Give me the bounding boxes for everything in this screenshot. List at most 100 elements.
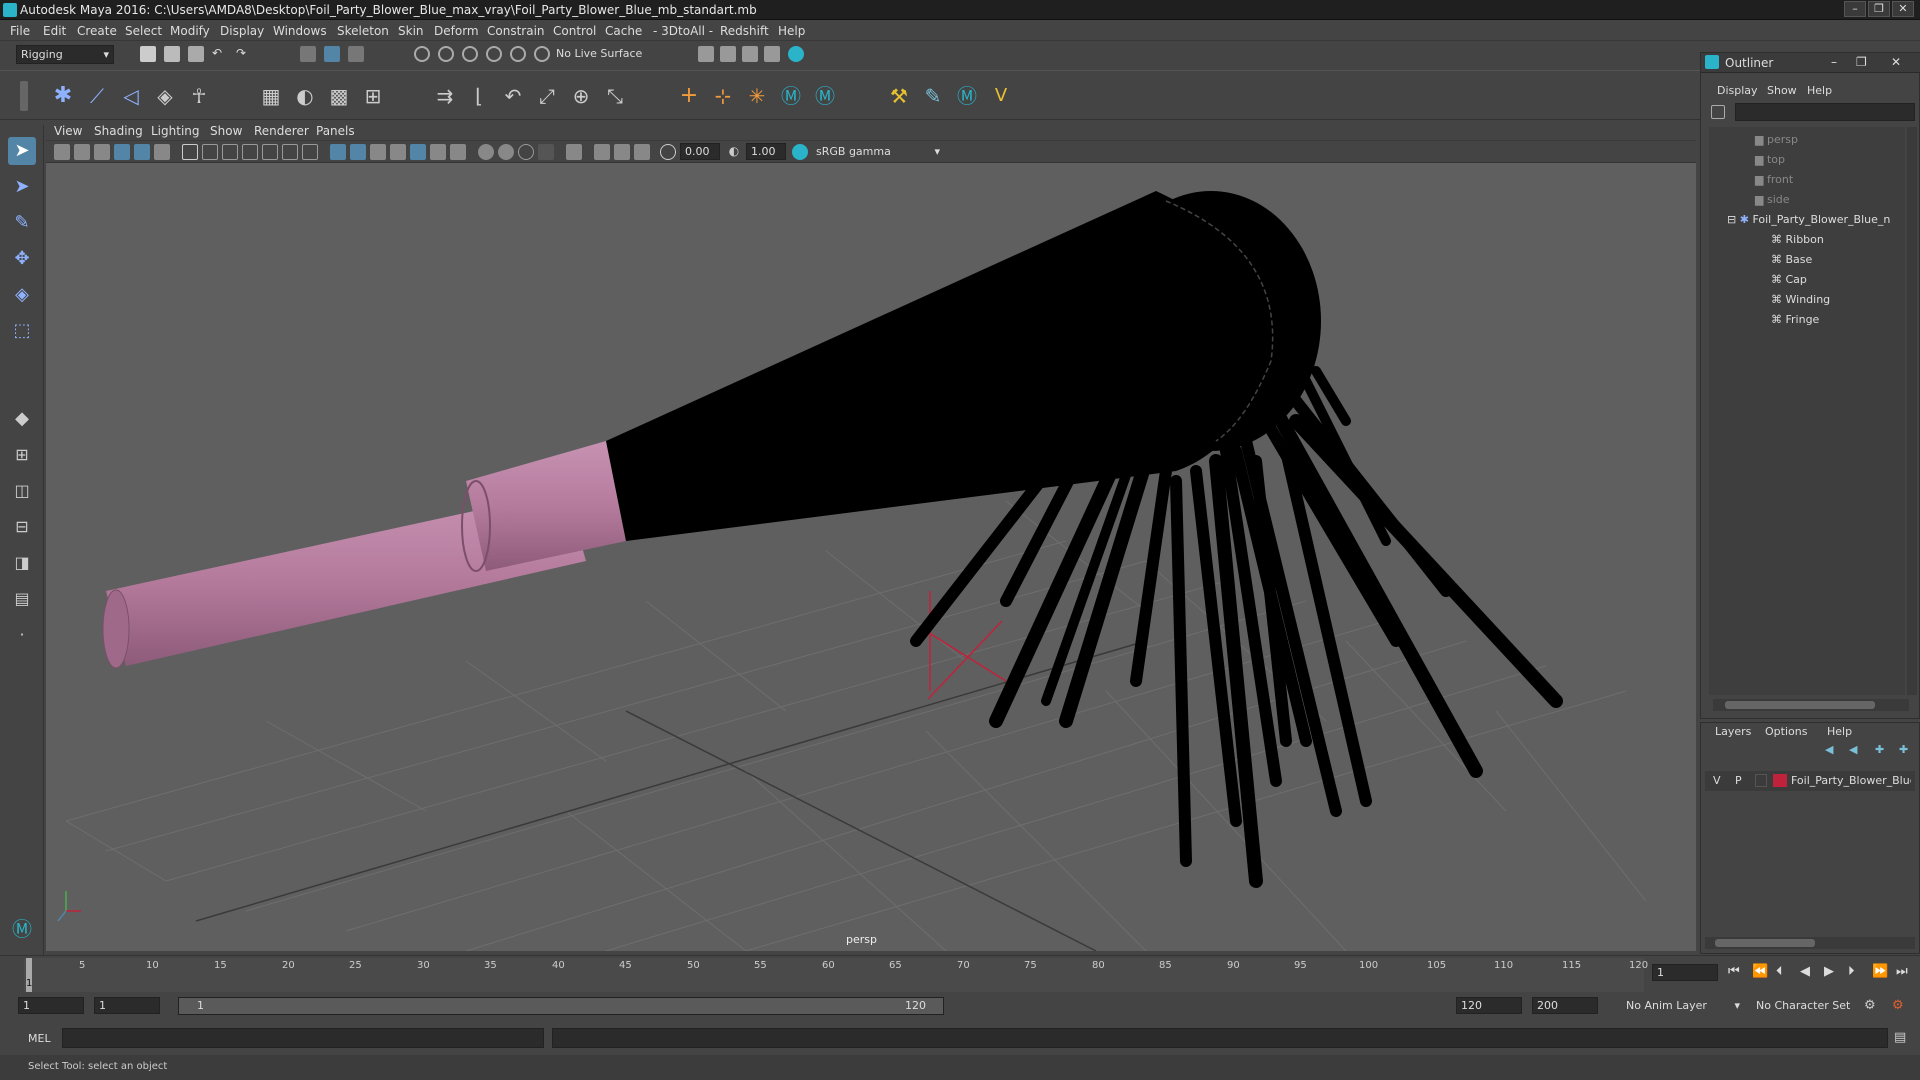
xray-components-icon[interactable] <box>614 144 630 160</box>
step-back-frame-icon[interactable]: ⏴ <box>1776 964 1783 979</box>
vp-menu-shading[interactable]: Shading <box>94 124 143 138</box>
layer-name[interactable]: Foil_Party_Blower_Blue <box>1791 774 1911 787</box>
hammer-icon[interactable]: ⚒ <box>886 83 912 109</box>
scale-tool-icon[interactable]: ⬚ <box>8 317 36 345</box>
outliner-item-front[interactable]: ▆ front <box>1755 173 1793 186</box>
select-hierarchy-icon[interactable] <box>300 46 316 62</box>
ik-handle-icon[interactable]: ⟋ <box>84 83 110 109</box>
lasso-tool-icon[interactable]: ➤ <box>8 173 36 201</box>
menu-skeleton[interactable]: Skeleton <box>337 24 389 38</box>
snap-point-icon[interactable] <box>462 46 478 62</box>
tools-icon[interactable]: ✎ <box>920 83 946 109</box>
safe-title-icon[interactable] <box>302 144 318 160</box>
menu-display[interactable]: Display <box>220 24 264 38</box>
playback-end-field[interactable]: 120 <box>1456 997 1522 1014</box>
lattice-icon[interactable]: ▩ <box>326 83 352 109</box>
smooth-shade-icon[interactable] <box>350 144 366 160</box>
motion-blur-icon[interactable] <box>478 144 494 160</box>
four-pane-icon[interactable]: ⊞ <box>8 441 36 469</box>
wireframe-icon[interactable] <box>330 144 346 160</box>
menu-deform[interactable]: Deform <box>434 24 479 38</box>
outliner-persp-icon[interactable]: ◨ <box>8 549 36 577</box>
character-set-selector[interactable]: No Character Set <box>1752 997 1862 1014</box>
redshift-m-icon[interactable]: Ⓜ <box>778 83 804 109</box>
save-scene-icon[interactable] <box>188 46 204 62</box>
anim-start-field[interactable]: 1 <box>18 997 84 1014</box>
time-ruler[interactable]: 1 5 10 15 20 25 30 35 40 45 50 55 60 65 … <box>24 958 1648 992</box>
resolution-gate-icon[interactable] <box>222 144 238 160</box>
menu-select[interactable]: Select <box>125 24 162 38</box>
outliner-maximize-icon[interactable]: ❐ <box>1856 55 1867 69</box>
outliner-item-base[interactable]: ⌘ Base <box>1771 253 1812 266</box>
playback-start-field[interactable]: 1 <box>94 997 160 1014</box>
collapse-icon[interactable]: ⊟ <box>1727 213 1740 226</box>
script-editor-icon[interactable]: ▤ <box>1894 1030 1906 1045</box>
move-tool-icon[interactable]: ✥ <box>8 245 36 273</box>
single-pane-icon[interactable]: ◆ <box>8 405 36 433</box>
new-layer-selected-icon[interactable]: ✚ <box>1899 743 1913 757</box>
mirror-joint-icon[interactable]: ◈ <box>152 83 178 109</box>
anim-end-field[interactable]: 200 <box>1532 997 1598 1014</box>
depth-of-field-icon[interactable] <box>518 144 534 160</box>
grease-pencil-icon[interactable] <box>154 144 170 160</box>
redo-icon[interactable]: ↷ <box>236 46 252 62</box>
menu-control[interactable]: Control <box>553 24 596 38</box>
menu-3dtoall[interactable]: - 3DtoAll - <box>653 24 713 38</box>
gamma-field[interactable]: 1.00 <box>746 143 786 160</box>
film-gate-icon[interactable] <box>202 144 218 160</box>
color-space-selector[interactable]: sRGB gamma ▾ <box>812 143 942 160</box>
point-constraint-icon[interactable]: ⌊ <box>466 83 492 109</box>
menu-redshift[interactable]: Redshift <box>720 24 769 38</box>
vp-menu-show[interactable]: Show <box>210 124 242 138</box>
menu-constrain[interactable]: Constrain <box>487 24 545 38</box>
play-backward-icon[interactable]: ◀ <box>1800 964 1810 979</box>
vp-menu-view[interactable]: View <box>54 124 82 138</box>
select-tool-icon[interactable]: ➤ <box>8 137 36 165</box>
step-forward-key-icon[interactable]: ⏩ <box>1872 964 1888 979</box>
redshift-sun-icon[interactable]: ✳ <box>744 83 770 109</box>
snap-curve-icon[interactable] <box>438 46 454 62</box>
outliner-item-ribbon[interactable]: ⌘ Ribbon <box>1771 233 1824 246</box>
ik-spline-icon[interactable]: ◁ <box>118 83 144 109</box>
close-button[interactable]: ✕ <box>1892 1 1914 17</box>
bookmark-icon[interactable] <box>94 144 110 160</box>
move-layer-up-icon[interactable]: ◀ <box>1825 743 1839 757</box>
layers-menu-layers[interactable]: Layers <box>1715 725 1751 738</box>
xray-joints-icon[interactable] <box>594 144 610 160</box>
vp-menu-lighting[interactable]: Lighting <box>151 124 200 138</box>
render-settings-icon[interactable] <box>764 46 780 62</box>
ambient-occlusion-icon[interactable] <box>450 144 466 160</box>
outliner-close-icon[interactable]: ✕ <box>1891 55 1901 69</box>
render-view-icon[interactable] <box>698 46 714 62</box>
anim-prefs-icon[interactable]: ⚙ <box>1892 998 1904 1013</box>
menu-help[interactable]: Help <box>778 24 805 38</box>
live-surface-field[interactable]: No Live Surface <box>552 45 656 62</box>
menu-modify[interactable]: Modify <box>170 24 210 38</box>
two-pane-stack-icon[interactable]: ⊟ <box>8 513 36 541</box>
shelf-tabs-icon[interactable] <box>20 81 28 111</box>
vp-menu-panels[interactable]: Panels <box>316 124 355 138</box>
select-object-icon[interactable] <box>324 46 340 62</box>
outliner-menu-display[interactable]: Display <box>1717 84 1758 97</box>
textured-icon[interactable] <box>390 144 406 160</box>
command-language-label[interactable]: MEL <box>28 1032 51 1045</box>
outliner-item-fringe[interactable]: ⌘ Fringe <box>1771 313 1819 326</box>
hud-icon[interactable] <box>634 144 650 160</box>
outliner-hscroll-thumb[interactable] <box>1725 701 1875 709</box>
menu-skin[interactable]: Skin <box>398 24 424 38</box>
layers-hscroll-thumb[interactable] <box>1715 939 1815 947</box>
mode-selector[interactable]: Rigging ▾ <box>16 45 114 64</box>
color-management-icon[interactable] <box>792 144 808 160</box>
render-frame-icon[interactable] <box>720 46 736 62</box>
layer-visibility-toggle[interactable]: V <box>1713 774 1721 787</box>
auto-key-icon[interactable]: ⚙ <box>1864 998 1876 1013</box>
viewport-persp[interactable]: persp <box>46 121 1696 951</box>
command-input[interactable] <box>62 1028 544 1048</box>
gate-mask-icon[interactable] <box>242 144 258 160</box>
minimize-button[interactable]: – <box>1844 1 1866 17</box>
snap-live-icon[interactable] <box>510 46 526 62</box>
hypershade-icon[interactable] <box>788 46 804 62</box>
wireframe-on-shaded-icon[interactable] <box>370 144 386 160</box>
layer-color-swatch[interactable] <box>1773 774 1787 787</box>
gamma-icon[interactable]: ◐ <box>726 144 742 160</box>
